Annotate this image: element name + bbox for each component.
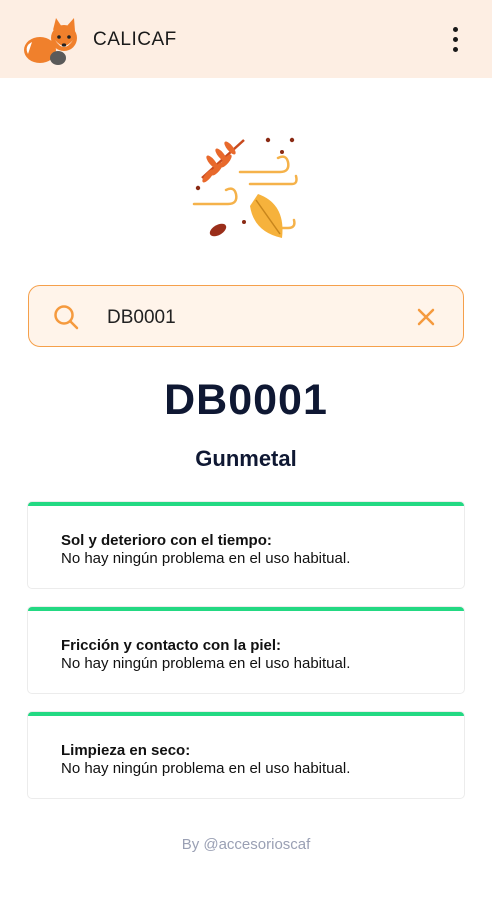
info-card: Fricción y contacto con la piel: No hay …: [28, 607, 464, 693]
more-vertical-icon: [452, 27, 458, 32]
card-title: Fricción y contacto con la piel:: [61, 637, 282, 654]
card-text: No hay ningún problema en el uso habitua…: [61, 550, 351, 567]
footer-credit[interactable]: By @accesorioscaf: [0, 836, 492, 853]
card-text: No hay ningún problema en el uso habitua…: [61, 760, 351, 777]
card-text: No hay ningún problema en el uso habitua…: [61, 655, 351, 672]
close-icon[interactable]: [413, 304, 439, 330]
app-bar: CALICAF: [0, 0, 492, 78]
card-title: Sol y deterioro con el tiempo:: [61, 532, 272, 549]
info-card: Limpieza en seco: No hay ningún problema…: [28, 712, 464, 798]
app-title: CALICAF: [93, 29, 177, 50]
search-bar: [28, 285, 464, 347]
search-input[interactable]: [105, 302, 409, 334]
search-icon[interactable]: [53, 304, 79, 330]
color-name: Gunmetal: [195, 446, 297, 471]
more-menu-button[interactable]: [443, 22, 467, 56]
fox-logo-icon: [24, 18, 77, 65]
card-title: Limpieza en seco:: [61, 742, 191, 759]
info-card: Sol y deterioro con el tiempo: No hay ni…: [28, 502, 464, 588]
autumn-leaves-icon: [192, 137, 298, 238]
product-code: DB0001: [164, 376, 328, 424]
